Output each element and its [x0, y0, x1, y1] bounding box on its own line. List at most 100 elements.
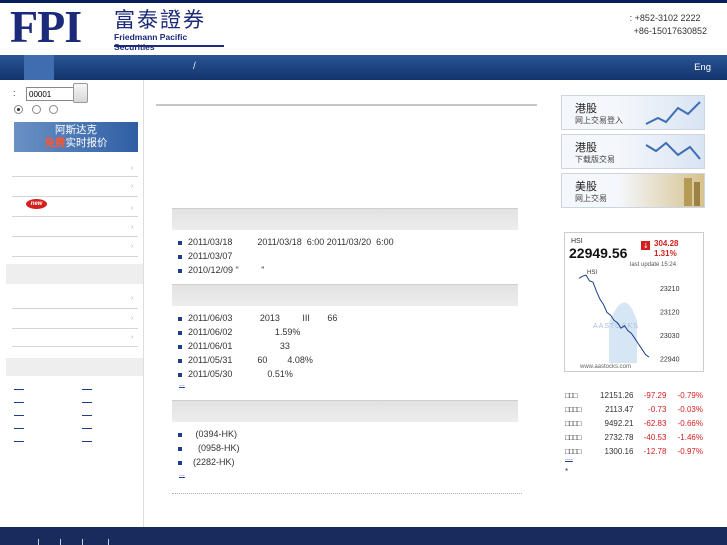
index-change: -40.53	[643, 432, 667, 442]
chart-shade	[609, 302, 637, 363]
stock-code-input[interactable]	[26, 87, 75, 101]
link-item[interactable]	[14, 441, 24, 442]
banner-subtitle: 网上交易	[575, 194, 607, 203]
index-value: 9492.21	[604, 418, 634, 428]
index-change-pct: -0.03%	[677, 404, 703, 414]
index-value: 2113.47	[605, 404, 634, 414]
hk-online-trading-banner[interactable]: 港股 网上交易登入	[561, 95, 705, 130]
chevron-right-icon: ›	[131, 165, 134, 172]
hsi-chart-label: HSI	[587, 270, 597, 276]
left-menu-divider	[12, 256, 138, 257]
stock-item[interactable]: (0394-HK)	[178, 429, 237, 439]
left-menu-divider	[12, 346, 138, 347]
link-item[interactable]	[14, 415, 24, 416]
y-tick-label: 22940	[660, 357, 680, 364]
index-row[interactable]: □□□□ 2732.78 -40.53 -1.46%	[564, 430, 704, 444]
stock-item[interactable]: (0958-HK)	[178, 443, 240, 453]
index-change: -12.78	[643, 446, 667, 456]
link-item[interactable]	[14, 428, 24, 429]
banner-subtitle: 下载版交易	[575, 155, 615, 164]
market-radio-2[interactable]	[32, 105, 41, 114]
english-language-link[interactable]: Eng	[694, 62, 711, 73]
column-divider	[143, 80, 144, 528]
center-top-rule	[156, 104, 537, 106]
hsi-quote-widget[interactable]: HSI 22949.56 ↓ 304.28 1.31% last update …	[564, 232, 704, 372]
hsi-last-update: last update 15:24	[630, 262, 677, 268]
us-online-trading-banner[interactable]: 美股 网上交易	[561, 173, 705, 208]
link-item[interactable]	[14, 402, 24, 403]
news-item[interactable]: 2010/12/09 " "	[178, 265, 264, 275]
link-item[interactable]	[82, 415, 92, 416]
footer-link-separator	[60, 539, 61, 545]
nav-home-tab[interactable]	[24, 55, 54, 80]
top-border	[0, 0, 727, 3]
research-item[interactable]: 2011/06/03 2013 III 66	[178, 313, 337, 323]
stock-code-row	[26, 87, 75, 101]
left-menu-divider	[12, 216, 138, 217]
new-badge-icon: new	[26, 199, 47, 209]
index-change: -62.83	[643, 418, 667, 428]
link-item[interactable]	[82, 402, 92, 403]
research-section-header	[172, 284, 518, 306]
index-name: □□□□	[565, 404, 581, 414]
link-item[interactable]	[82, 441, 92, 442]
index-row[interactable]: □□□ 12151.26 -97.29 -0.79%	[564, 388, 704, 402]
research-item[interactable]: 2011/06/01 33	[178, 341, 290, 351]
y-axis-ticks: 23210 23120 23030 22940	[660, 286, 680, 364]
chevron-right-icon: ›	[131, 224, 134, 231]
indices-more-link[interactable]: ....	[565, 455, 573, 462]
banner-title: 港股	[575, 103, 597, 115]
left-menu-divider	[12, 196, 138, 197]
market-radio-3[interactable]	[49, 105, 58, 114]
index-row[interactable]: □□□□ 2113.47 -0.73 -0.03%	[564, 402, 704, 416]
hsi-change-pct: 1.31%	[654, 249, 677, 258]
left-section-header	[6, 358, 144, 376]
index-value: 2732.78	[604, 432, 634, 442]
chevron-right-icon: ›	[131, 243, 134, 250]
quote-search-button[interactable]	[73, 83, 88, 103]
news-item[interactable]: 2011/03/18 2011/03/18 6:00 2011/03/20 6:…	[178, 237, 394, 247]
index-change-pct: -1.46%	[677, 432, 703, 442]
stock-item[interactable]: (2282-HK)	[178, 457, 235, 467]
index-change-pct: -0.97%	[677, 446, 703, 456]
link-item[interactable]	[82, 428, 92, 429]
banner-line1: 阿斯达克	[55, 124, 97, 136]
news-section-header	[172, 208, 518, 230]
index-row[interactable]: □□□□ 1300.16 -12.78 -0.97%	[564, 444, 704, 458]
company-logo[interactable]: FPI 富泰證券 Friedmann Pacific Securities	[10, 1, 224, 52]
stocks-more-link[interactable]: ...	[179, 471, 185, 478]
index-value: 1300.16	[604, 446, 634, 456]
footer-link-separator	[38, 539, 39, 545]
center-bottom-rule	[172, 493, 522, 494]
chart-source: www.aastocks.com	[579, 364, 631, 370]
left-menu-divider	[12, 176, 138, 177]
aastocks-free-quote-banner[interactable]: 阿斯达克 免费实时报价	[14, 122, 138, 152]
index-name: □□□□	[565, 432, 581, 442]
hk-download-trading-banner[interactable]: 港股 下载版交易	[561, 134, 705, 169]
logo-english-name: Friedmann Pacific Securities	[114, 32, 188, 52]
research-item[interactable]: 2011/05/30 0.51%	[178, 369, 293, 379]
banner-line2: 免费实时报价	[14, 137, 138, 150]
y-tick-label: 23120	[660, 309, 680, 316]
hsi-label: HSI	[571, 238, 583, 245]
chevron-right-icon: ›	[131, 205, 134, 212]
logo-letters: FPI	[10, 1, 82, 52]
y-tick-label: 23030	[660, 333, 680, 340]
link-item[interactable]	[14, 389, 24, 390]
link-item[interactable]	[82, 389, 92, 390]
research-item[interactable]: 2011/05/31 60 4.08%	[178, 355, 313, 365]
left-section-header	[6, 264, 144, 284]
chevron-right-icon: ›	[131, 334, 134, 341]
index-change: -0.73	[648, 404, 667, 414]
index-name: □□□□	[565, 418, 581, 428]
research-item[interactable]: 2011/06/02 1.59%	[178, 327, 300, 337]
banner-title: 港股	[575, 142, 597, 154]
chevron-right-icon: ›	[131, 295, 134, 302]
research-more-link[interactable]: ...	[179, 381, 185, 388]
news-item[interactable]: 2011/03/07	[178, 251, 232, 261]
index-row[interactable]: □□□□ 9492.21 -62.83 -0.66%	[564, 416, 704, 430]
market-radio-1[interactable]	[14, 105, 23, 114]
chart-decoration-icon	[645, 101, 701, 125]
hsi-value: 22949.56	[569, 245, 628, 261]
chart-watermark: AASTOCKS	[593, 323, 639, 330]
